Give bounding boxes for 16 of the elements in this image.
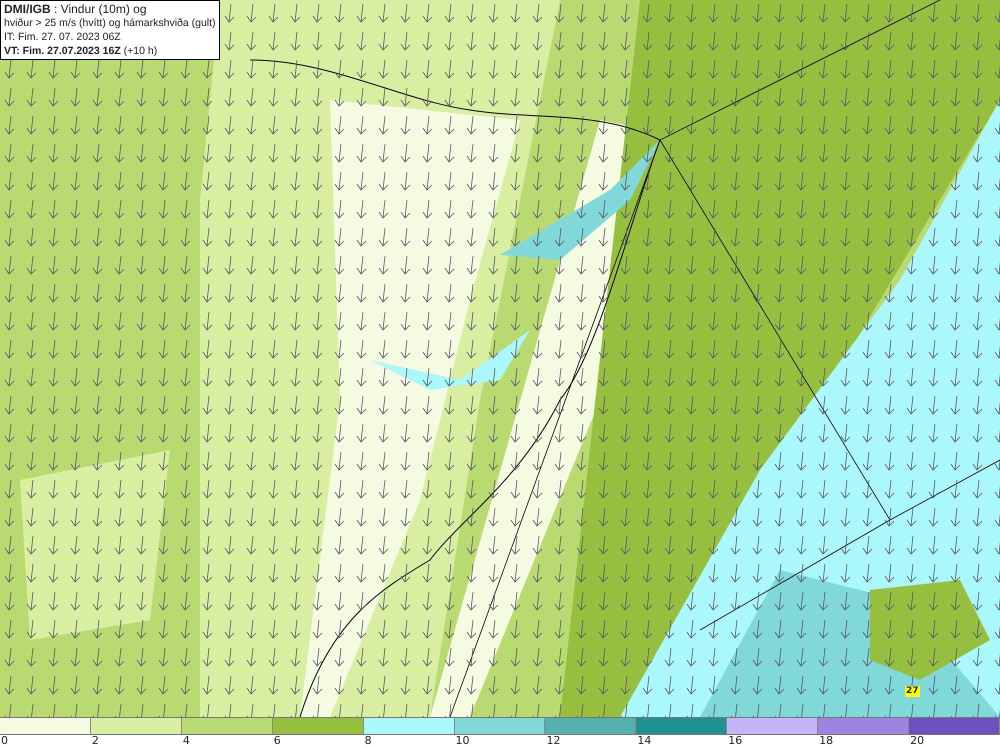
legend-tick-label: 14 — [637, 735, 652, 747]
map-info-text: DMI/IGB : Vindur (10m) og — [4, 2, 148, 16]
legend-tick-label: 4 — [182, 735, 190, 747]
legend-tick-label: 16 — [728, 735, 742, 747]
map-info-text: VT: Fim. 27.07.2023 16Z (+10 h) — [4, 44, 158, 58]
legend-tick-label: 18 — [819, 735, 834, 747]
legend-tick-label: 10 — [456, 735, 470, 747]
max-gust-label: 27 — [905, 686, 920, 697]
legend-tick-label: 2 — [92, 735, 99, 747]
legend-tick-label: 8 — [364, 735, 372, 747]
map-info-text: IT: Fim. 27. 07. 2023 06Z — [4, 30, 122, 44]
legend-tick-label: 20 — [910, 735, 924, 747]
legend-tick-label: 12 — [546, 735, 560, 747]
map-info-text: hviður > 25 m/s (hvítt) og hámarkshviða (gult) — [4, 16, 216, 30]
legend-tick-label: 6 — [274, 735, 281, 747]
legend-tick-label: 0 — [1, 735, 8, 747]
